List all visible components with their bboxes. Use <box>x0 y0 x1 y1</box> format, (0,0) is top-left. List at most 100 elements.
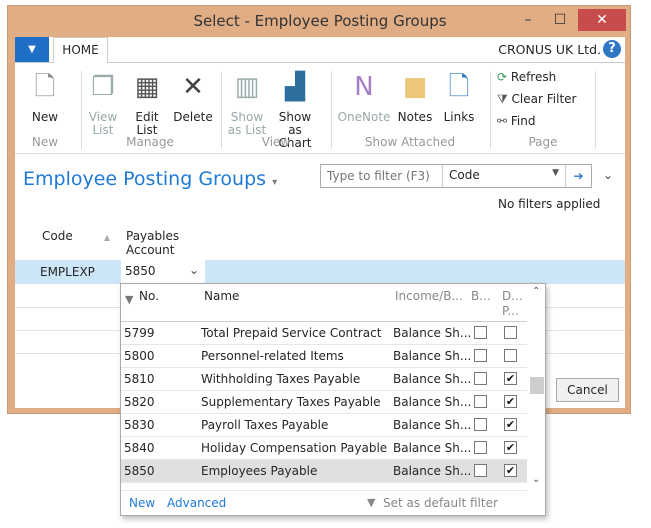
page-title[interactable]: Employee Posting Groups ▾ <box>23 168 277 190</box>
col-name[interactable]: Name <box>204 289 239 303</box>
table-row[interactable] <box>15 260 625 284</box>
clear-filter-icon: ⧩ <box>497 92 508 106</box>
group-new-label: New <box>31 135 59 149</box>
refresh-button[interactable]: ⟳ Refresh <box>497 70 556 84</box>
clear-filter-button[interactable]: ⧩ Clear Filter <box>497 92 576 107</box>
scrollbar[interactable]: ⌃ ⌄ <box>528 284 545 491</box>
chart-icon: ▟ <box>285 71 305 102</box>
col-no[interactable]: No. <box>139 289 159 303</box>
checkbox-b[interactable] <box>474 349 487 362</box>
account-type: Balance Sh... <box>393 441 472 455</box>
lookup-header: ▼ No. Name Income/B... B... D... P... <box>121 284 527 322</box>
lookup-row[interactable]: 5800 Personnel-related Items Balance Sh.… <box>121 345 527 368</box>
edit-list-icon: ▦ <box>134 71 160 102</box>
new-button[interactable]: 🗋 New <box>25 69 65 124</box>
new-link[interactable]: New <box>129 491 155 515</box>
tab-home[interactable]: HOME <box>53 37 108 63</box>
chevron-down-icon[interactable]: ⌄ <box>189 263 199 277</box>
checkbox-direct-posting[interactable] <box>504 326 517 339</box>
checkbox-direct-posting[interactable]: ✔ <box>504 395 517 408</box>
lookup-row[interactable]: 5830 Payroll Taxes Payable Balance Sh...… <box>121 414 527 437</box>
divider <box>81 71 82 149</box>
note-icon: ■ <box>402 71 428 102</box>
col-b[interactable]: B... <box>471 289 491 303</box>
account-no: 5850 <box>124 464 155 478</box>
show-as-list-button[interactable]: ▥ Show as List <box>227 69 267 137</box>
onenote-button[interactable]: N OneNote <box>337 69 391 124</box>
account-type: Balance Sh... <box>393 395 472 409</box>
filter-field-select[interactable]: Code ▼ <box>445 168 563 184</box>
arrow-right-icon[interactable]: ➔ <box>565 165 591 187</box>
divider <box>331 71 332 149</box>
checkbox-b[interactable] <box>474 326 487 339</box>
checkbox-b[interactable] <box>474 464 487 477</box>
app-menu-button[interactable]: ▼ <box>15 37 49 62</box>
account-no: 5810 <box>124 372 155 386</box>
group-page-label: Page <box>528 135 558 149</box>
checkbox-direct-posting[interactable]: ✔ <box>504 418 517 431</box>
checkbox-b[interactable] <box>474 372 487 385</box>
minimize-button[interactable]: – <box>513 9 543 31</box>
checkbox-b[interactable] <box>474 441 487 454</box>
account-type: Balance Sh... <box>393 326 472 340</box>
advanced-link[interactable]: Advanced <box>167 491 226 515</box>
checkbox-direct-posting[interactable]: ✔ <box>504 464 517 477</box>
view-list-button[interactable]: ❐ View List <box>83 69 123 137</box>
checkbox-b[interactable] <box>474 395 487 408</box>
refresh-label: Refresh <box>510 70 557 84</box>
ribbon: 🗋 New ❐ View List ▦ Edit List ✕ Delete ▥ Show… <box>15 62 625 154</box>
account-no: 5820 <box>124 395 155 409</box>
divider <box>490 71 491 149</box>
lookup-row[interactable]: 5850 Employees Payable Balance Sh... ✔ <box>121 460 527 483</box>
lookup-row[interactable]: 5799 Total Prepaid Service Contract Bala… <box>121 322 527 345</box>
lookup-row[interactable]: 5840 Holiday Compensation Payable Balanc… <box>121 437 527 460</box>
account-name: Holiday Compensation Payable <box>201 441 388 455</box>
links-button[interactable]: 🗋 Links <box>439 69 479 124</box>
column-header-payables-account[interactable]: Payables Account <box>126 229 186 257</box>
company-name[interactable]: CRONUS UK Ltd. <box>498 42 601 57</box>
cancel-button[interactable]: Cancel <box>556 378 619 402</box>
scroll-down-icon[interactable]: ⌄ <box>532 474 540 485</box>
binoculars-icon: ⚯ <box>497 114 508 128</box>
account-type: Balance Sh... <box>393 372 472 386</box>
view-list-icon: ❐ <box>91 71 115 102</box>
edit-list-button[interactable]: ▦ Edit List <box>127 69 167 137</box>
account-name: Employees Payable <box>201 464 318 478</box>
checkbox-direct-posting[interactable] <box>504 349 517 362</box>
column-header-code[interactable]: Code <box>42 229 73 243</box>
find-button[interactable]: ⚯ Find <box>497 114 535 128</box>
payables-account-value: 5850 <box>125 264 156 278</box>
lookup-row[interactable]: 5820 Supplementary Taxes Payable Balance… <box>121 391 527 414</box>
help-icon[interactable]: ? <box>603 40 621 58</box>
collapse-chevron-icon[interactable]: ⌄ <box>603 168 613 182</box>
link-icon: 🗋 <box>448 71 470 102</box>
col-income-balance[interactable]: Income/B... <box>395 289 463 303</box>
account-no: 5799 <box>124 326 155 340</box>
col-d-p[interactable]: D... P... <box>502 289 524 319</box>
find-label: Find <box>510 114 536 128</box>
group-view-label: View <box>261 135 291 149</box>
close-button[interactable]: ✕ <box>578 9 626 31</box>
maximize-button[interactable]: ☐ <box>545 9 575 31</box>
set-default-filter-link[interactable]: Set as default filter column <box>383 491 545 515</box>
filter-bar: Code ▼ ➔ <box>320 164 592 188</box>
lookup-row[interactable]: 5810 Withholding Taxes Payable Balance S… <box>121 368 527 391</box>
account-no: 5830 <box>124 418 155 432</box>
filter-input[interactable] <box>321 165 443 187</box>
account-lookup-dropdown: ▼ No. Name Income/B... B... D... P... 57… <box>120 283 546 516</box>
checkbox-direct-posting[interactable]: ✔ <box>504 372 517 385</box>
account-name: Supplementary Taxes Payable <box>201 395 381 409</box>
new-document-icon: 🗋 <box>34 71 56 102</box>
scrollbar-thumb[interactable] <box>530 377 544 394</box>
page-title-text: Employee Posting Groups <box>23 168 267 190</box>
lookup-row-partial <box>121 483 527 491</box>
delete-button[interactable]: ✕ Delete <box>171 69 215 124</box>
checkbox-b[interactable] <box>474 418 487 431</box>
notes-button[interactable]: ■ Notes <box>395 69 435 124</box>
payables-account-input[interactable]: 5850 ⌄ <box>121 260 205 284</box>
filter-icon: ▼ <box>367 496 376 509</box>
account-type: Balance Sh... <box>393 349 472 363</box>
links-label: Links <box>443 110 475 124</box>
checkbox-direct-posting[interactable]: ✔ <box>504 441 517 454</box>
scroll-up-icon[interactable]: ⌃ <box>532 286 540 297</box>
